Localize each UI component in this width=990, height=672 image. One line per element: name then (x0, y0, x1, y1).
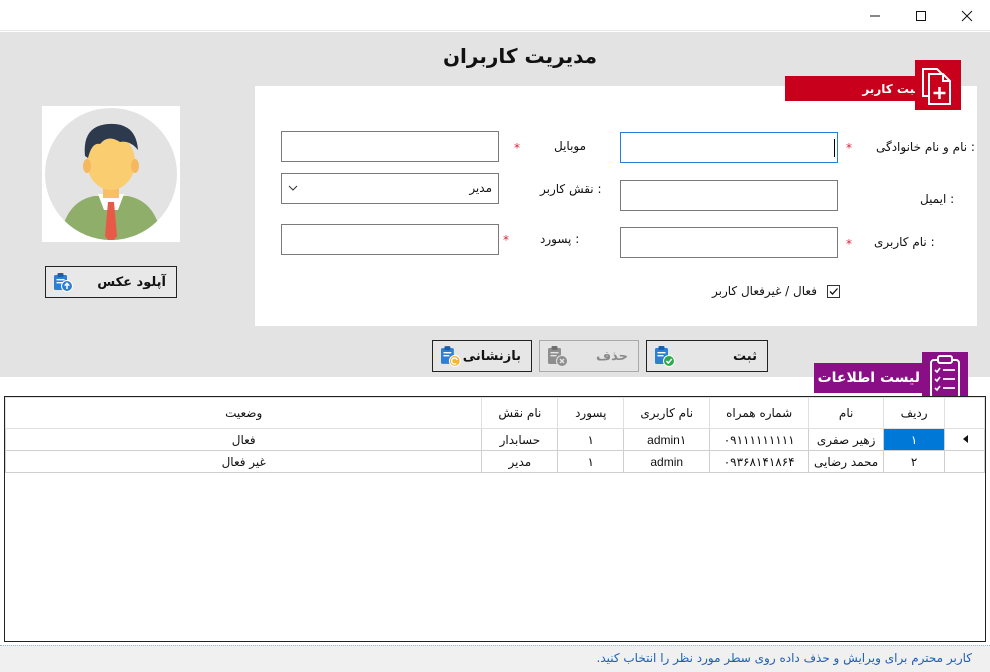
user-photo (42, 106, 180, 242)
cell-username[interactable]: admin۱ (623, 428, 711, 451)
save-button[interactable]: ثبت (646, 340, 768, 372)
page-title: مدیریت کاربران (442, 44, 598, 68)
column-header-mobile[interactable]: شماره همراه (709, 397, 810, 429)
password-input[interactable] (281, 224, 499, 255)
cell-name[interactable]: محمد رضایی (808, 450, 885, 473)
cell-role[interactable]: مدیر (481, 450, 559, 473)
avatar-icon (45, 108, 177, 240)
cell-password[interactable]: ۱ (557, 428, 625, 451)
clipboard-upload-icon (54, 273, 73, 292)
cell-status[interactable]: فعال (4, 428, 483, 451)
cell-row-number[interactable]: ۲ (883, 450, 946, 473)
column-header-name[interactable]: نام (808, 397, 885, 429)
username-label: نام کاربری : (874, 235, 935, 249)
cell-username[interactable]: admin (623, 450, 711, 473)
row-selector[interactable] (944, 450, 985, 473)
cell-role[interactable]: حسابدار (481, 428, 559, 451)
cell-status[interactable]: غیر فعال (4, 450, 483, 473)
close-button[interactable] (944, 0, 990, 31)
delete-button[interactable]: حذف (539, 340, 639, 372)
column-header-role[interactable]: نام نقش (481, 397, 559, 429)
mobile-label: موبایل (554, 139, 587, 153)
add-document-icon (915, 60, 961, 113)
clipboard-reset-icon (440, 346, 461, 367)
table-row[interactable]: ۱ زهیر صفری ۰۹۱۱۱۱۱۱۱۱۱ admin۱ ۱ حسابدار… (4, 428, 985, 451)
reset-label: بازنشانی (462, 348, 521, 364)
column-header-username[interactable]: نام کاربری (623, 397, 711, 429)
register-form-panel (255, 86, 977, 326)
row-header-corner (944, 397, 985, 429)
check-icon (829, 287, 838, 295)
minimize-icon (870, 15, 880, 16)
table-row[interactable]: ۲ محمد رضایی ۰۹۳۶۸۱۴۱۸۶۴ admin ۱ مدیر غی… (4, 450, 985, 473)
password-label: پسورد : (540, 232, 580, 246)
list-section-label: لیست اطلاعات (817, 370, 920, 386)
maximize-button[interactable] (898, 0, 944, 31)
current-row-arrow-icon (962, 434, 968, 443)
register-section-label: ثبت کاربر (862, 81, 919, 96)
mobile-input[interactable] (281, 131, 499, 162)
reset-button[interactable]: بازنشانی (432, 340, 532, 372)
upload-photo-button[interactable]: آپلود عکس (45, 266, 177, 298)
status-message: کاربر محترم برای ویرایش و حذف داده روی س… (596, 651, 973, 665)
text-caret (834, 139, 835, 157)
title-bar (0, 0, 990, 31)
active-toggle[interactable]: فعال / غیرفعال کاربر (712, 284, 840, 298)
fullname-label: نام و نام خانوادگی : (876, 140, 975, 154)
cell-row-number[interactable]: ۱ (883, 428, 946, 451)
role-label: نقش کاربر : (540, 182, 602, 196)
cell-password[interactable]: ۱ (557, 450, 625, 473)
fullname-input[interactable] (620, 132, 838, 163)
mobile-required-mark: * (514, 141, 520, 155)
status-bar: کاربر محترم برای ویرایش و حذف داده روی س… (0, 645, 990, 672)
cell-mobile[interactable]: ۰۹۱۱۱۱۱۱۱۱۱ (709, 428, 810, 451)
chevron-down-icon (288, 185, 298, 191)
active-toggle-label: فعال / غیرفعال کاربر (712, 284, 817, 298)
delete-label: حذف (596, 348, 628, 364)
password-required-mark: * (503, 233, 509, 247)
cell-mobile[interactable]: ۰۹۳۶۸۱۴۱۸۶۴ (709, 450, 810, 473)
row-selector[interactable] (944, 428, 985, 451)
column-header-password[interactable]: پسورد (557, 397, 625, 429)
users-grid[interactable]: ردیف نام شماره همراه نام کاربری پسورد نا… (4, 396, 986, 642)
role-select[interactable]: مدیر (281, 173, 499, 204)
column-header-status[interactable]: وضعیت (4, 397, 483, 429)
role-selected-value: مدیر (469, 181, 492, 195)
username-required-mark: * (846, 237, 852, 251)
fullname-required-mark: * (846, 141, 852, 155)
maximize-icon (916, 10, 926, 21)
column-header-row-number[interactable]: ردیف (883, 397, 946, 429)
email-label: ایمیل : (920, 192, 955, 206)
minimize-button[interactable] (852, 0, 898, 31)
grid-header-row: ردیف نام شماره همراه نام کاربری پسورد نا… (4, 397, 985, 429)
clipboard-check-icon (655, 346, 675, 367)
cell-name[interactable]: زهیر صفری (808, 428, 885, 451)
upload-photo-label: آپلود عکس (97, 274, 166, 290)
close-icon (961, 10, 973, 21)
clipboard-delete-icon (548, 346, 568, 367)
active-checkbox[interactable] (826, 284, 840, 298)
users-table: ردیف نام شماره همراه نام کاربری پسورد نا… (4, 397, 985, 473)
email-input[interactable] (620, 180, 838, 211)
save-label: ثبت (733, 348, 757, 364)
username-input[interactable] (620, 227, 838, 258)
